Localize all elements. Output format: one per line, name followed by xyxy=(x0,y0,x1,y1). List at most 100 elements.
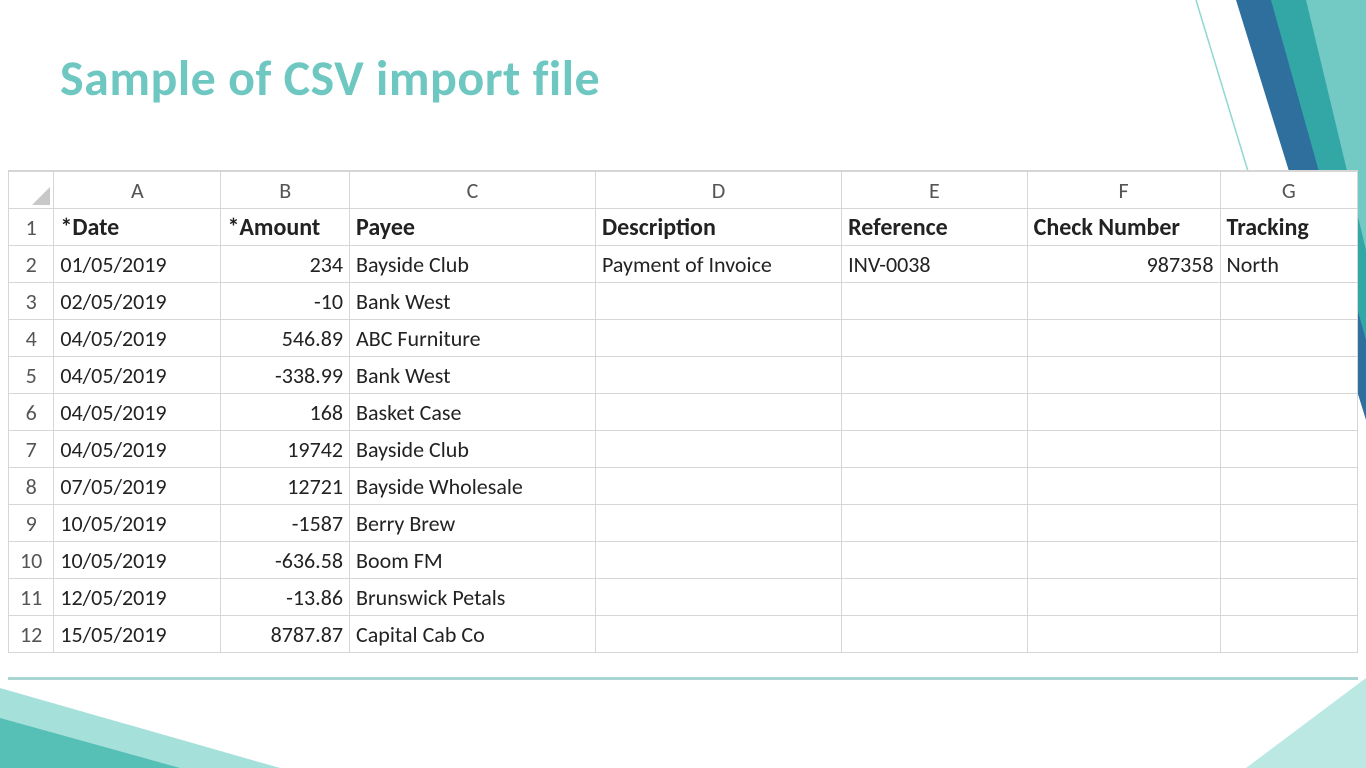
cell-date[interactable]: 07/05/2019 xyxy=(54,468,221,505)
cell-check[interactable] xyxy=(1027,431,1220,468)
cell-check[interactable] xyxy=(1027,394,1220,431)
row-header[interactable]: 6 xyxy=(9,394,54,431)
cell-date[interactable]: 10/05/2019 xyxy=(54,542,221,579)
cell-amount[interactable]: 168 xyxy=(221,394,350,431)
cell-date[interactable]: 04/05/2019 xyxy=(54,431,221,468)
row-header[interactable]: 1 xyxy=(9,209,54,246)
cell-amount[interactable]: -1587 xyxy=(221,505,350,542)
cell-payee[interactable]: ABC Furniture xyxy=(350,320,596,357)
row-header[interactable]: 9 xyxy=(9,505,54,542)
cell-amount[interactable]: -13.86 xyxy=(221,579,350,616)
col-header-a[interactable]: A xyxy=(54,172,221,209)
cell-payee[interactable]: Bank West xyxy=(350,357,596,394)
cell-check[interactable] xyxy=(1027,579,1220,616)
cell-check[interactable] xyxy=(1027,357,1220,394)
cell-payee[interactable]: Bayside Wholesale xyxy=(350,468,596,505)
cell-description[interactable] xyxy=(595,579,841,616)
cell-tracking[interactable] xyxy=(1220,320,1357,357)
cell-reference[interactable] xyxy=(842,579,1028,616)
cell-check[interactable] xyxy=(1027,542,1220,579)
cell-reference[interactable] xyxy=(842,505,1028,542)
cell-reference[interactable] xyxy=(842,431,1028,468)
cell-tracking[interactable]: North xyxy=(1220,246,1357,283)
cell-reference[interactable] xyxy=(842,320,1028,357)
cell-tracking[interactable] xyxy=(1220,357,1357,394)
cell-description[interactable] xyxy=(595,394,841,431)
cell-tracking[interactable] xyxy=(1220,616,1357,653)
cell-check[interactable] xyxy=(1027,505,1220,542)
row-header[interactable]: 2 xyxy=(9,246,54,283)
cell-amount[interactable]: 234 xyxy=(221,246,350,283)
header-reference[interactable]: Reference xyxy=(842,209,1028,246)
cell-tracking[interactable] xyxy=(1220,579,1357,616)
row-header[interactable]: 3 xyxy=(9,283,54,320)
cell-amount[interactable]: -338.99 xyxy=(221,357,350,394)
cell-tracking[interactable] xyxy=(1220,542,1357,579)
cell-payee[interactable]: Bayside Club xyxy=(350,246,596,283)
row-header[interactable]: 7 xyxy=(9,431,54,468)
col-header-g[interactable]: G xyxy=(1220,172,1357,209)
cell-date[interactable]: 04/05/2019 xyxy=(54,394,221,431)
cell-tracking[interactable] xyxy=(1220,431,1357,468)
cell-check[interactable] xyxy=(1027,616,1220,653)
cell-description[interactable] xyxy=(595,468,841,505)
cell-check[interactable] xyxy=(1027,320,1220,357)
cell-reference[interactable] xyxy=(842,542,1028,579)
cell-description[interactable]: Payment of Invoice xyxy=(595,246,841,283)
cell-reference[interactable] xyxy=(842,283,1028,320)
header-description[interactable]: Description xyxy=(595,209,841,246)
row-header[interactable]: 12 xyxy=(9,616,54,653)
cell-check[interactable]: 987358 xyxy=(1027,246,1220,283)
header-amount[interactable]: *Amount xyxy=(221,209,350,246)
cell-amount[interactable]: -10 xyxy=(221,283,350,320)
cell-date[interactable]: 15/05/2019 xyxy=(54,616,221,653)
cell-tracking[interactable] xyxy=(1220,468,1357,505)
cell-description[interactable] xyxy=(595,320,841,357)
cell-amount[interactable]: 12721 xyxy=(221,468,350,505)
cell-date[interactable]: 12/05/2019 xyxy=(54,579,221,616)
cell-date[interactable]: 02/05/2019 xyxy=(54,283,221,320)
cell-description[interactable] xyxy=(595,505,841,542)
col-header-b[interactable]: B xyxy=(221,172,350,209)
cell-reference[interactable] xyxy=(842,394,1028,431)
cell-tracking[interactable] xyxy=(1220,394,1357,431)
cell-payee[interactable]: Berry Brew xyxy=(350,505,596,542)
cell-reference[interactable] xyxy=(842,616,1028,653)
select-all-corner[interactable] xyxy=(9,172,54,209)
cell-payee[interactable]: Bank West xyxy=(350,283,596,320)
cell-payee[interactable]: Brunswick Petals xyxy=(350,579,596,616)
cell-reference[interactable] xyxy=(842,468,1028,505)
cell-amount[interactable]: -636.58 xyxy=(221,542,350,579)
row-header[interactable]: 5 xyxy=(9,357,54,394)
cell-payee[interactable]: Boom FM xyxy=(350,542,596,579)
cell-description[interactable] xyxy=(595,283,841,320)
cell-description[interactable] xyxy=(595,542,841,579)
col-header-e[interactable]: E xyxy=(842,172,1028,209)
cell-tracking[interactable] xyxy=(1220,505,1357,542)
header-payee[interactable]: Payee xyxy=(350,209,596,246)
cell-date[interactable]: 04/05/2019 xyxy=(54,357,221,394)
col-header-f[interactable]: F xyxy=(1027,172,1220,209)
header-check[interactable]: Check Number xyxy=(1027,209,1220,246)
cell-tracking[interactable] xyxy=(1220,283,1357,320)
col-header-d[interactable]: D xyxy=(595,172,841,209)
row-header[interactable]: 10 xyxy=(9,542,54,579)
header-date[interactable]: *Date xyxy=(54,209,221,246)
cell-payee[interactable]: Basket Case xyxy=(350,394,596,431)
cell-check[interactable] xyxy=(1027,468,1220,505)
cell-amount[interactable]: 546.89 xyxy=(221,320,350,357)
cell-amount[interactable]: 19742 xyxy=(221,431,350,468)
cell-description[interactable] xyxy=(595,431,841,468)
cell-reference[interactable] xyxy=(842,357,1028,394)
cell-date[interactable]: 04/05/2019 xyxy=(54,320,221,357)
cell-check[interactable] xyxy=(1027,283,1220,320)
cell-description[interactable] xyxy=(595,357,841,394)
cell-date[interactable]: 01/05/2019 xyxy=(54,246,221,283)
header-tracking[interactable]: Tracking xyxy=(1220,209,1357,246)
cell-description[interactable] xyxy=(595,616,841,653)
row-header[interactable]: 4 xyxy=(9,320,54,357)
row-header[interactable]: 8 xyxy=(9,468,54,505)
col-header-c[interactable]: C xyxy=(350,172,596,209)
cell-amount[interactable]: 8787.87 xyxy=(221,616,350,653)
cell-reference[interactable]: INV-0038 xyxy=(842,246,1028,283)
